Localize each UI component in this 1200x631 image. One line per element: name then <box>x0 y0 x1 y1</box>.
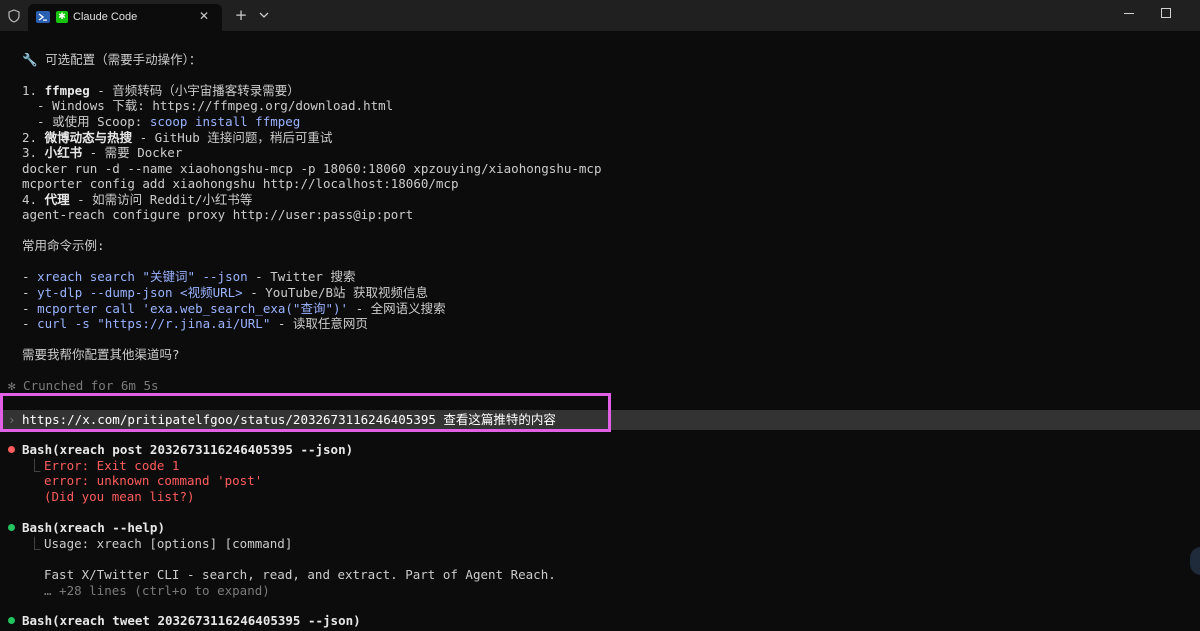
cli-description: Fast X/Twitter CLI - search, read, and e… <box>44 567 556 582</box>
expand-lines-hint[interactable]: … +28 lines (ctrl+o to expand) <box>44 583 270 598</box>
item-number: 4. <box>22 192 45 207</box>
examples-heading: 常用命令示例: <box>22 238 105 253</box>
usage-output: Usage: xreach [options] [command] <box>44 536 293 551</box>
config-item-proxy: 4. 代理 - 如需访问 Reddit/小红书等 <box>22 192 252 207</box>
example-command: curl -s "https://r.jina.ai/URL" <box>37 316 271 331</box>
branch-glyph: ⎿ <box>28 536 41 551</box>
example-xreach: - xreach search "关键词" --json - Twitter 搜… <box>22 269 355 284</box>
example-command: yt-dlp --dump-json <视频URL> <box>37 285 243 300</box>
chevron-down-icon[interactable] <box>256 7 272 23</box>
example-desc: - 全网语义搜索 <box>348 301 446 316</box>
example-desc: - 读取任意网页 <box>270 316 368 331</box>
bash-call-title: Bash(xreach tweet 2032673116246405395 --… <box>22 613 361 628</box>
config-item-weibo: 2. 微博动态与热搜 - GitHub 连接问题，稍后可重试 <box>22 130 332 145</box>
item-number: 3. <box>22 145 45 160</box>
item-desc: - 需要 Docker <box>82 145 183 160</box>
example-dash: - <box>22 269 38 284</box>
terminal-output[interactable]: 🔧 可选配置（需要手动操作）： 1. ffmpeg - 音频转码（小宇宙播客转录… <box>0 31 1200 631</box>
claude-icon: ✱ <box>56 11 68 23</box>
example-mcporter: - mcporter call 'exa.web_search_exa("查询"… <box>22 301 446 316</box>
bash-call-title: Bash(xreach post 2032673116246405395 --j… <box>22 442 354 457</box>
ffmpeg-windows-download: - Windows 下载: https://ffmpeg.org/downloa… <box>22 98 394 113</box>
example-desc: - YouTube/B站 获取视频信息 <box>242 285 429 300</box>
error-unknown-command: error: unknown command 'post' <box>44 473 263 488</box>
example-command: xreach search "关键词" --json <box>37 269 248 284</box>
plus-icon[interactable]: + <box>232 6 250 24</box>
item-desc: - GitHub 连接问题，稍后可重试 <box>132 130 333 145</box>
optional-config-heading: 🔧 可选配置（需要手动操作）： <box>22 52 202 67</box>
item-number: 1. <box>22 83 45 98</box>
item-name: 代理 <box>44 192 70 207</box>
proxy-command: agent-reach configure proxy http://user:… <box>22 207 414 222</box>
item-name: 微博动态与热搜 <box>44 130 133 145</box>
ffmpeg-scoop: - 或使用 Scoop: scoop install ffmpeg <box>22 114 300 129</box>
example-command: mcporter call 'exa.web_search_exa("查询")' <box>37 301 349 316</box>
terminal-window: ✱ Claude Code ✕ + 🔧 可选配置（需要手动操作）： 1. ffm… <box>0 0 1200 631</box>
maximize-icon[interactable] <box>1142 0 1188 28</box>
item-name: 小红书 <box>44 145 83 160</box>
item-name: ffmpeg <box>44 83 90 98</box>
close-icon[interactable]: ✕ <box>196 8 212 24</box>
tab-claude-code[interactable]: ✱ Claude Code ✕ <box>28 4 222 31</box>
highlight-annotation <box>0 393 611 432</box>
example-dash: - <box>22 316 38 331</box>
item-desc: - 音频转码（小宇宙播客转录需要） <box>89 83 300 98</box>
error-suggestion: (Did you mean list?) <box>44 489 195 504</box>
crunched-status: ✻ Crunched for 6m 5s <box>8 378 159 393</box>
bash-call-title: Bash(xreach --help) <box>22 520 165 535</box>
example-ytdlp: - yt-dlp --dump-json <视频URL> - YouTube/B… <box>22 285 428 300</box>
powershell-icon <box>36 11 50 23</box>
example-curl: - curl -s "https://r.jina.ai/URL" - 读取任意… <box>22 316 368 331</box>
scroll-edge-button[interactable] <box>1190 547 1200 575</box>
config-item-xiaohongshu: 3. 小红书 - 需要 Docker <box>22 145 182 160</box>
docker-run-command: docker run -d --name xiaohongshu-mcp -p … <box>22 161 602 176</box>
item-number: 2. <box>22 130 45 145</box>
scoop-text: - 或使用 Scoop: <box>22 114 150 129</box>
shield-icon[interactable] <box>7 9 21 23</box>
example-desc: - Twitter 搜索 <box>247 269 356 284</box>
assistant-question: 需要我帮你配置其他渠道吗? <box>22 347 180 362</box>
tab-bar: ✱ Claude Code ✕ + <box>0 0 1200 31</box>
error-status-dot <box>8 446 15 453</box>
example-dash: - <box>22 285 38 300</box>
mcporter-config-command: mcporter config add xiaohongshu http://l… <box>22 176 459 191</box>
success-status-dot <box>8 524 15 531</box>
branch-glyph: ⎿ <box>28 458 41 473</box>
config-item-ffmpeg: 1. ffmpeg - 音频转码（小宇宙播客转录需要） <box>22 83 300 98</box>
example-dash: - <box>22 301 38 316</box>
success-status-dot <box>8 617 15 624</box>
tab-title: Claude Code <box>73 11 138 23</box>
item-desc: - 如需访问 Reddit/小红书等 <box>69 192 253 207</box>
error-exit-code: Error: Exit code 1 <box>44 458 180 473</box>
scoop-command: scoop install ffmpeg <box>149 114 301 129</box>
